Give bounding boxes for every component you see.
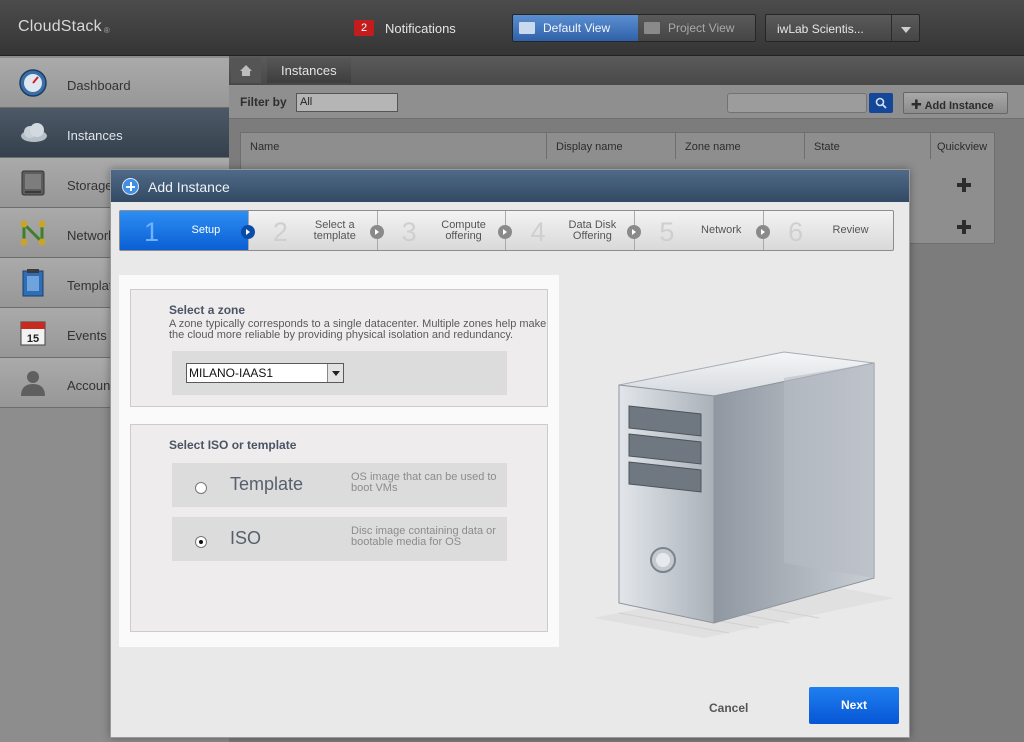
- iso-option-label: ISO: [230, 528, 262, 548]
- step-review[interactable]: 6 Review: [764, 211, 893, 250]
- plus-icon: ✚: [911, 97, 922, 112]
- chevron-down-icon[interactable]: [891, 15, 919, 41]
- zone-select[interactable]: MILANO-IAAS1: [186, 363, 344, 383]
- zone-select-container: MILANO-IAAS1: [172, 351, 507, 395]
- top-header: CloudStack ® 2 Notifications Default View…: [0, 0, 1024, 56]
- add-instance-button[interactable]: ✚ Add Instance: [903, 92, 1008, 114]
- calendar-icon: 15: [20, 321, 46, 346]
- sidebar-item-label: Dashboard: [67, 78, 131, 93]
- step-network[interactable]: 5 Network: [635, 211, 771, 250]
- next-button[interactable]: Next: [809, 687, 899, 724]
- add-instance-dialog: Add Instance 1 Setup 2 Select a template…: [110, 169, 910, 738]
- sidebar-item-label: Network: [67, 228, 115, 243]
- step-setup[interactable]: 1 Setup: [120, 211, 255, 250]
- add-circle-icon: [122, 178, 139, 195]
- view-switcher: Default View Project View: [512, 14, 756, 42]
- breadcrumb-instances[interactable]: Instances: [267, 58, 351, 83]
- home-breadcrumb[interactable]: [231, 58, 261, 83]
- iso-radio[interactable]: [195, 536, 207, 548]
- wizard-steps: 1 Setup 2 Select a template 3 Compute of…: [119, 210, 894, 251]
- column-header-zone-name[interactable]: Zone name: [676, 133, 805, 159]
- step-compute-offering[interactable]: 3 Compute offering: [378, 211, 513, 250]
- iso-template-section: Select ISO or template Template OS image…: [130, 424, 548, 632]
- column-header-display-name[interactable]: Display name: [547, 133, 676, 159]
- dashboard-gauge-icon: [19, 69, 47, 97]
- zone-section: Select a zone A zone typically correspon…: [130, 289, 548, 407]
- step-number: 4: [530, 217, 546, 247]
- cancel-button[interactable]: Cancel: [709, 701, 748, 715]
- breadcrumb: Instances: [229, 56, 1024, 85]
- calendar-day-number: 15: [27, 333, 39, 345]
- zone-selected-value: MILANO-IAAS1: [189, 366, 274, 380]
- step-label: Review: [832, 224, 869, 236]
- dialog-titlebar: Add Instance: [111, 170, 909, 202]
- template-option-description: OS image that can be used to boot VMs: [351, 471, 497, 494]
- logo-mark: ®: [103, 26, 110, 35]
- project-selected-label: iwLab Scientis...: [777, 22, 864, 36]
- storage-disk-icon: [21, 170, 45, 196]
- chevron-right-icon: [369, 225, 384, 239]
- step-number: 1: [144, 217, 160, 247]
- setup-content-panel: Select a zone A zone typically correspon…: [119, 275, 559, 647]
- iso-option-description: Disc image containing data or bootable m…: [351, 525, 496, 548]
- step-number: 3: [401, 217, 417, 247]
- cloudstack-logo[interactable]: CloudStack ®: [18, 18, 110, 36]
- dialog-title: Add Instance: [148, 179, 230, 195]
- server-tower-illustration: [594, 351, 894, 638]
- step-label: Network: [701, 224, 742, 236]
- sidebar-item-label: Events: [67, 328, 107, 343]
- template-option[interactable]: Template OS image that can be used to bo…: [172, 463, 507, 507]
- zone-section-title: Select a zone: [169, 303, 246, 317]
- filter-toolbar: Filter by All ✚ Add Instance: [229, 85, 1024, 119]
- column-header-name[interactable]: Name: [241, 133, 547, 159]
- column-header-state[interactable]: State: [805, 133, 931, 159]
- sidebar-item-dashboard[interactable]: Dashboard: [0, 58, 229, 108]
- project-view-label: Project View: [668, 21, 735, 35]
- step-label: Compute offering: [441, 218, 486, 242]
- search-input[interactable]: [727, 93, 867, 113]
- step-label: Data Disk Offering: [568, 218, 617, 242]
- search-icon: [875, 97, 887, 109]
- step-label: Setup: [191, 224, 221, 236]
- step-select-template[interactable]: 2 Select a template: [249, 211, 384, 250]
- sidebar-item-label: Instances: [67, 128, 123, 143]
- template-radio[interactable]: [195, 482, 207, 494]
- default-view-label: Default View: [543, 21, 611, 35]
- network-icon: [20, 220, 46, 246]
- logo-text: CloudStack: [18, 18, 102, 35]
- search-button[interactable]: [869, 93, 893, 113]
- chevron-down-icon[interactable]: [327, 364, 343, 382]
- template-option-label: Template: [230, 474, 304, 494]
- user-icon: [21, 371, 45, 396]
- notifications-count-badge[interactable]: 2: [354, 20, 374, 36]
- home-icon: [240, 65, 252, 76]
- quickview-plus-icon[interactable]: [957, 178, 971, 192]
- zone-description: A zone typically corresponds to a single…: [169, 318, 547, 341]
- sidebar-item-label: Storage: [67, 178, 113, 193]
- iso-template-section-title: Select ISO or template: [169, 438, 297, 452]
- step-data-disk-offering[interactable]: 4 Data Disk Offering: [506, 211, 642, 250]
- project-selector[interactable]: iwLab Scientis...: [765, 14, 920, 42]
- project-view-button[interactable]: Project View: [638, 15, 755, 41]
- notifications-link[interactable]: Notifications: [385, 21, 456, 36]
- default-view-button[interactable]: Default View: [513, 15, 638, 41]
- filter-label: Filter by: [240, 95, 287, 109]
- iso-option[interactable]: ISO Disc image containing data or bootab…: [172, 517, 507, 561]
- filter-select[interactable]: All: [296, 93, 398, 112]
- chevron-right-icon: [240, 225, 255, 239]
- add-instance-label: Add Instance: [924, 100, 994, 112]
- step-number: 6: [788, 217, 804, 247]
- cloud-icon: [21, 123, 47, 142]
- step-label: Select a template: [313, 218, 356, 242]
- column-header-quickview: Quickview: [937, 141, 988, 153]
- step-number: 2: [272, 217, 288, 247]
- sidebar-item-instances[interactable]: Instances: [0, 108, 229, 158]
- folder-icon: [519, 22, 535, 34]
- project-grid-icon: [644, 22, 660, 34]
- step-number: 5: [659, 217, 675, 247]
- template-icon: [22, 269, 44, 297]
- quickview-plus-icon[interactable]: [957, 220, 971, 234]
